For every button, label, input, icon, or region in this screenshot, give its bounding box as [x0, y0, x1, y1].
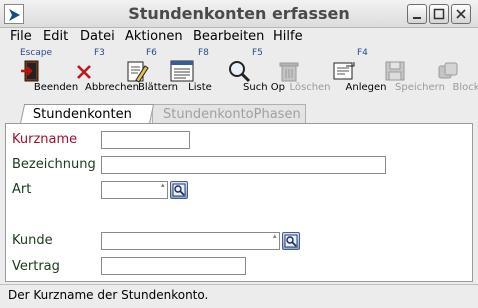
shortcut-label: F3	[94, 48, 105, 58]
tab-stundenkonten[interactable]: Stundenkonten	[19, 104, 155, 124]
close-button[interactable]	[451, 4, 471, 24]
menu-bearbeiten[interactable]: Bearbeiten	[193, 29, 264, 44]
title-bar: Stundenkonten erfassen	[0, 0, 478, 28]
block-icon	[438, 62, 458, 79]
block-button[interactable]: Block	[430, 46, 478, 100]
search-icon	[229, 61, 251, 83]
form-panel: Kurzname Bezeichnung Art ▴ Kunde ▴ Vertr…	[5, 123, 473, 282]
menu-file[interactable]: File	[10, 29, 32, 44]
menu-edit[interactable]: Edit	[43, 29, 68, 44]
menu-hilfe[interactable]: Hilfe	[273, 29, 303, 44]
such-op-button[interactable]: F5 Such Op	[214, 46, 285, 100]
tab-strip: StundenkontoPhasen Stundenkonten	[0, 104, 478, 124]
trash-icon	[279, 62, 299, 82]
tab-stundenkontophasen[interactable]: StundenkontoPhasen	[152, 104, 306, 124]
anlegen-button[interactable]: F4 Anlegen	[322, 46, 386, 100]
bezeichnung-input[interactable]	[101, 156, 386, 174]
save-disk-icon	[385, 61, 405, 81]
tab-label: StundenkontoPhasen	[163, 107, 301, 122]
art-label: Art	[12, 182, 32, 197]
shortcut-label: F5	[252, 48, 263, 58]
toolbar: Escape Beenden F3 Abbrechen F6 Blättern	[0, 46, 478, 100]
liste-label: Liste	[188, 82, 212, 93]
list-window-icon	[170, 60, 194, 82]
menu-datei[interactable]: Datei	[80, 29, 115, 44]
speichern-button[interactable]: Speichern	[370, 46, 445, 100]
application-window: Stundenkonten erfassen File Edit Datei A…	[0, 0, 478, 308]
tab-label: Stundenkonten	[32, 107, 132, 122]
status-bar: Der Kurzname der Stundenkonto.	[0, 284, 478, 308]
menu-bar: File Edit Datei Aktionen Bearbeiten Hilf…	[0, 28, 478, 46]
loeschen-button[interactable]: Löschen	[268, 46, 331, 100]
status-text: Der Kurzname der Stundenkonto.	[8, 288, 209, 302]
abbrechen-button[interactable]: F3 Abbrechen	[56, 46, 139, 100]
menu-aktionen[interactable]: Aktionen	[125, 29, 183, 44]
maximize-button[interactable]	[429, 4, 449, 24]
maximize-icon	[433, 8, 445, 20]
kurzname-label: Kurzname	[12, 132, 78, 147]
shortcut-label: Escape	[20, 48, 53, 58]
lookup-search-icon	[172, 183, 186, 197]
art-lookup-button[interactable]	[170, 181, 188, 199]
lookup-search-icon	[284, 234, 298, 248]
vertrag-input[interactable]	[101, 257, 246, 275]
close-icon	[456, 9, 466, 19]
minimize-button[interactable]	[407, 4, 427, 24]
art-spin-icon: ▴	[161, 181, 165, 189]
kunde-lookup-button[interactable]	[282, 232, 300, 250]
browse-pages-icon	[127, 61, 149, 83]
kurzname-input[interactable]	[101, 131, 190, 149]
bezeichnung-label: Bezeichnung	[12, 157, 96, 172]
cancel-x-icon	[77, 65, 91, 79]
art-input[interactable]	[101, 181, 168, 199]
blaettern-button[interactable]: F6 Blättern	[116, 46, 178, 100]
block-label: Block	[452, 82, 478, 93]
exit-door-icon	[21, 60, 39, 82]
shortcut-label: F4	[357, 48, 368, 58]
vertrag-label: Vertrag	[12, 259, 60, 274]
minimize-icon	[413, 17, 421, 19]
liste-button[interactable]: F8 Liste	[164, 46, 212, 100]
kunde-label: Kunde	[12, 233, 53, 248]
beenden-button[interactable]: Escape Beenden	[8, 46, 78, 100]
kunde-spin-icon: ▴	[273, 232, 277, 240]
shortcut-label: F8	[198, 48, 209, 58]
shortcut-label: F6	[146, 48, 157, 58]
kunde-input[interactable]	[101, 232, 280, 250]
new-record-icon	[333, 62, 355, 80]
